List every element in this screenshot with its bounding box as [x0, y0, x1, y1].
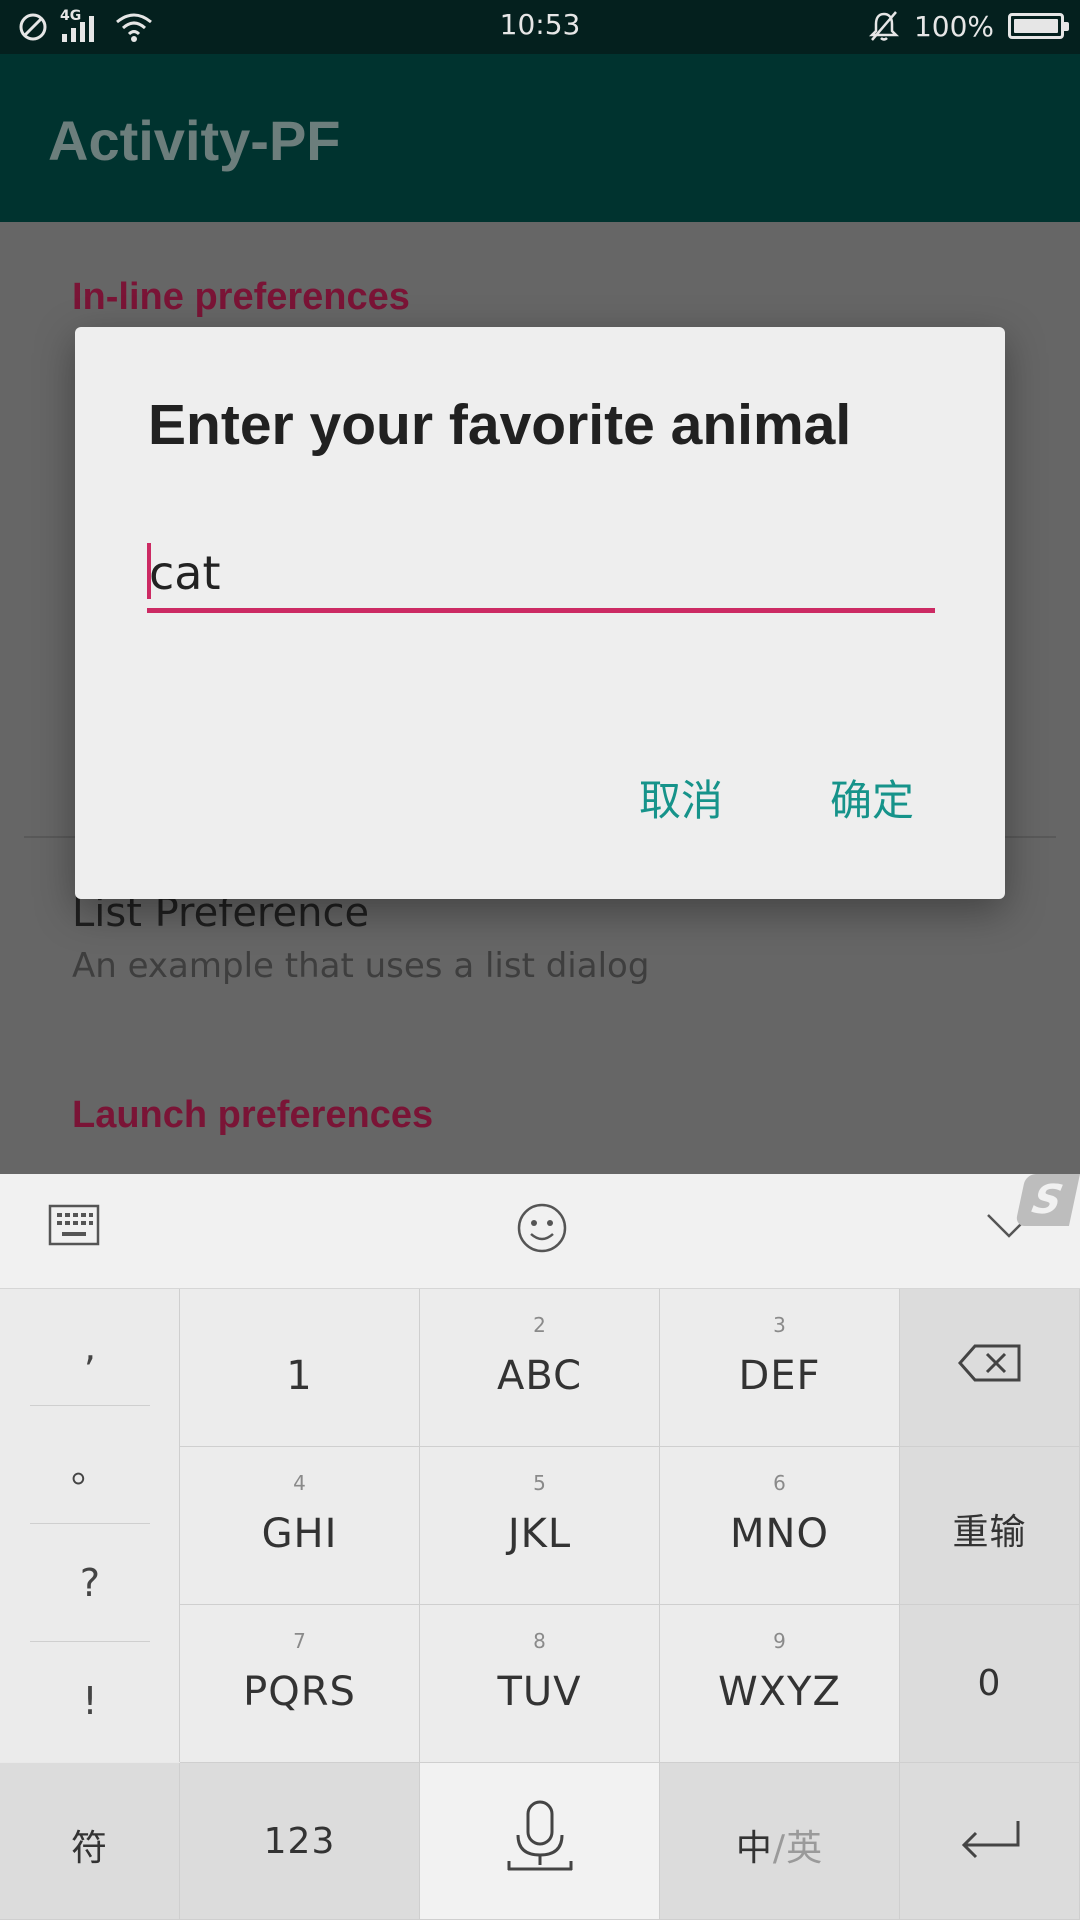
category-inline-preferences: In-line preferences [72, 276, 410, 318]
key-label: GHI [261, 1511, 338, 1557]
punctuation-column[interactable]: , 。 ? ! [0, 1289, 180, 1762]
text-cursor [147, 543, 151, 599]
punct-separator [30, 1641, 150, 1642]
numbers-key[interactable]: 123 [180, 1763, 420, 1920]
status-bar: 4G 10:53 100% [0, 0, 1080, 54]
cancel-button[interactable]: 取消 [639, 767, 723, 828]
key-number: 9 [773, 1629, 786, 1653]
key-4-ghi[interactable]: 4 GHI [180, 1447, 420, 1605]
key-number: 7 [293, 1629, 306, 1653]
dialog-title: Enter your favorite animal [148, 393, 852, 457]
animal-input[interactable] [147, 539, 935, 607]
bell-muted-icon [868, 11, 899, 41]
key-1[interactable]: 1 [180, 1289, 420, 1447]
reenter-key[interactable]: 重输 [900, 1447, 1080, 1605]
lang-en: 英 [786, 1828, 824, 1869]
key-number: 3 [773, 1313, 786, 1337]
category-launch-preferences: Launch preferences [72, 1094, 434, 1136]
key-label: ABC [496, 1353, 583, 1399]
key-6-mno[interactable]: 6 MNO [660, 1447, 900, 1605]
punct-key-period[interactable]: 。 [0, 1407, 180, 1523]
key-label: 中/英 [660, 1819, 899, 1871]
enter-key[interactable] [900, 1763, 1080, 1920]
microphone-icon [507, 1800, 572, 1871]
key-number: 8 [533, 1629, 546, 1653]
key-label: 1 [286, 1353, 313, 1399]
enter-icon [961, 1821, 1019, 1859]
animal-input-field[interactable] [147, 539, 935, 613]
voice-key[interactable] [420, 1763, 660, 1920]
key-number: 6 [773, 1471, 786, 1495]
key-label: MNO [730, 1511, 829, 1557]
key-label: 符 [70, 1828, 108, 1869]
key-2-abc[interactable]: 2 ABC [420, 1289, 660, 1447]
punct-key-comma[interactable]: , [0, 1289, 180, 1405]
edit-text-dialog: Enter your favorite animal 取消 确定 [75, 327, 1005, 899]
key-number: 2 [533, 1313, 546, 1337]
key-label: WXYZ [718, 1669, 841, 1715]
key-number: 5 [533, 1471, 546, 1495]
punct-key-exclamation[interactable]: ! [0, 1643, 180, 1759]
punct-separator [30, 1405, 150, 1406]
key-label: 重输 [952, 1512, 1027, 1553]
key-label: PQRS [243, 1669, 356, 1715]
punct-key-question[interactable]: ? [0, 1525, 180, 1641]
ok-button[interactable]: 确定 [830, 767, 914, 828]
backspace-icon [957, 1344, 1020, 1382]
key-8-tuv[interactable]: 8 TUV [420, 1605, 660, 1763]
key-7-pqrs[interactable]: 7 PQRS [180, 1605, 420, 1763]
key-3-def[interactable]: 3 DEF [660, 1289, 900, 1447]
battery-fill [1014, 19, 1058, 33]
key-label: 123 [263, 1821, 336, 1862]
keyboard-icon[interactable] [48, 1202, 100, 1248]
key-label: JKL [507, 1511, 572, 1557]
app-title: Activity-PF [48, 109, 341, 172]
battery-percent: 100% [913, 9, 994, 43]
key-0[interactable]: 0 [900, 1605, 1080, 1763]
key-5-jkl[interactable]: 5 JKL [420, 1447, 660, 1605]
symbols-key[interactable]: 符 [0, 1763, 180, 1920]
key-label: 0 [977, 1663, 1002, 1704]
key-number: 4 [293, 1471, 306, 1495]
lang-separator: / [772, 1828, 787, 1869]
key-label: DEF [738, 1353, 821, 1399]
punct-separator [30, 1523, 150, 1524]
lang-zh: 中 [735, 1828, 773, 1869]
emoji-icon[interactable] [516, 1202, 568, 1254]
key-9-wxyz[interactable]: 9 WXYZ [660, 1605, 900, 1763]
battery-icon [1008, 13, 1069, 39]
keyboard-toolbar: S [0, 1174, 1080, 1289]
key-label: TUV [497, 1669, 582, 1715]
keyboard-logo: S [1014, 1174, 1080, 1226]
app-bar: Activity-PF [0, 54, 1080, 222]
list-preference-summary: An example that uses a list dialog [72, 946, 650, 986]
backspace-key[interactable] [900, 1289, 1080, 1447]
language-switch-key[interactable]: 中/英 [660, 1763, 900, 1920]
soft-keyboard: S , 。 ? ! 1 2 ABC 3 DEF 4 GHI 5 JKL 6 MN… [0, 1174, 1080, 1920]
